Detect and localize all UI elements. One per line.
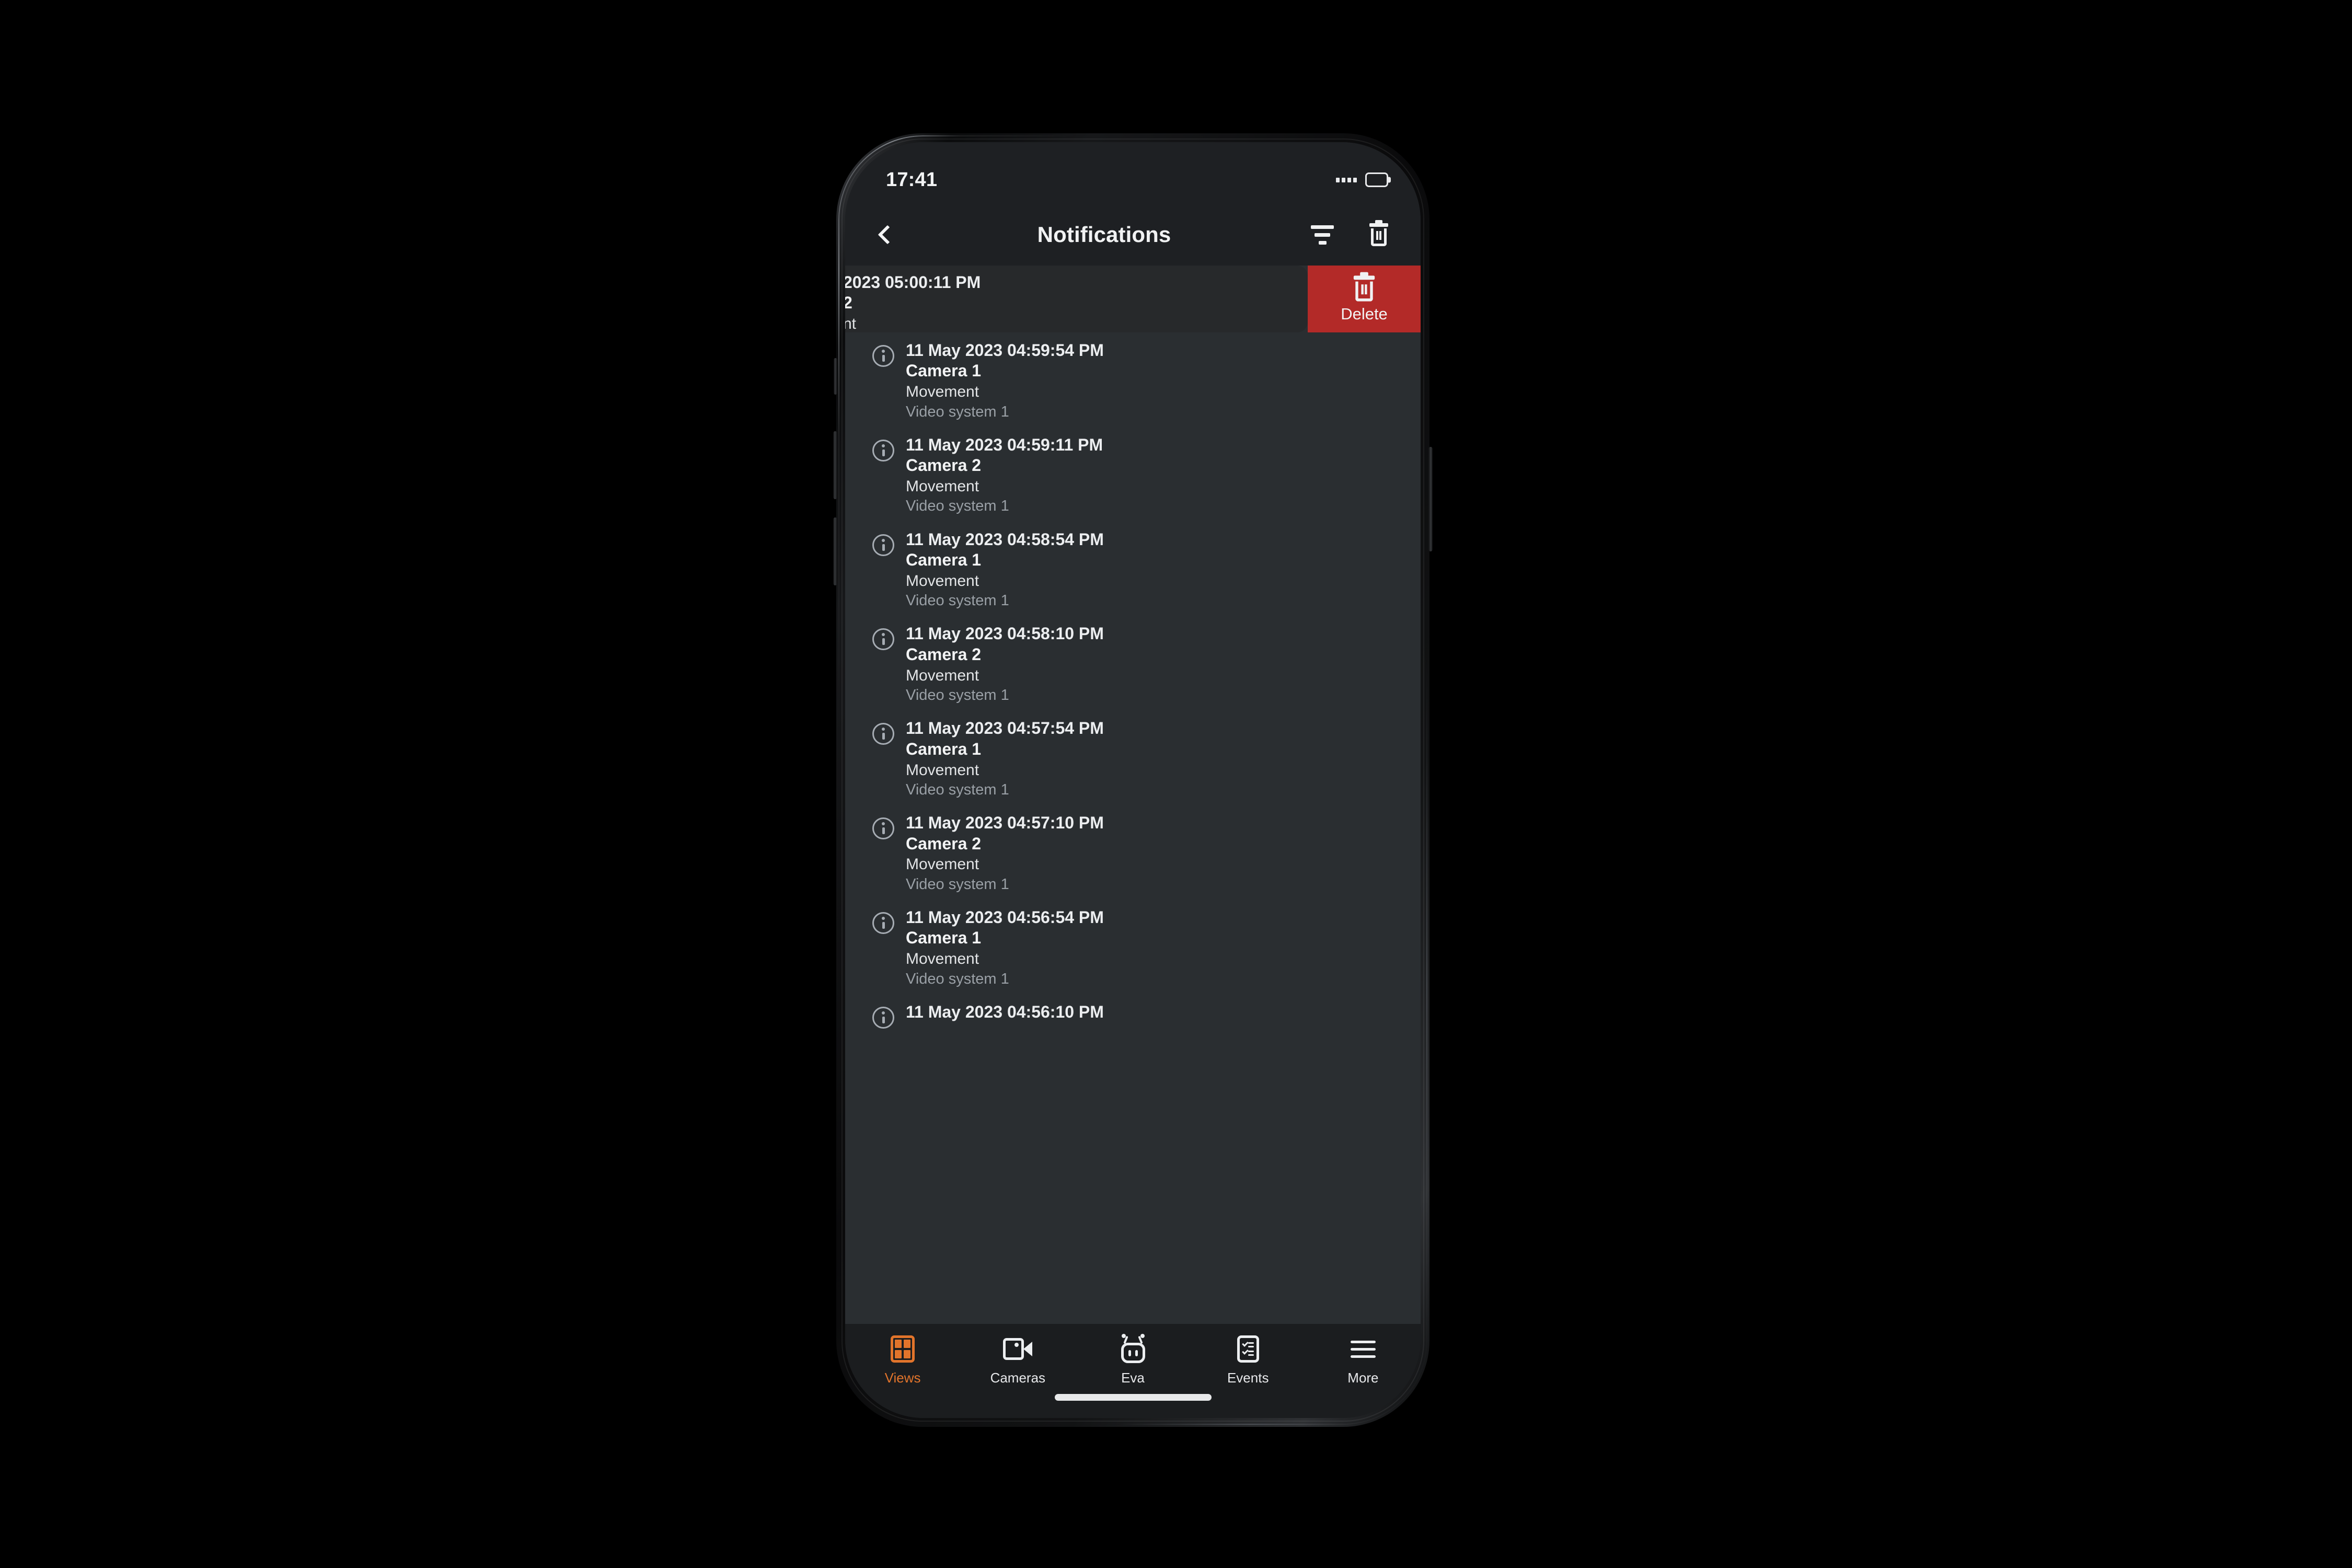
list-item[interactable]: 11 May 2023 04:57:10 PM Camera 2 Movemen… xyxy=(845,805,1421,900)
notification-camera: Camera 1 xyxy=(906,928,982,948)
status-bar-indicators xyxy=(1336,172,1388,187)
notification-camera: Camera 1 xyxy=(906,361,982,381)
notification-time: 11 May 2023 04:56:10 PM xyxy=(906,1002,1104,1021)
power-button[interactable] xyxy=(1428,447,1433,551)
list-item[interactable]: 11 May 2023 04:58:54 PM Camera 1 Movemen… xyxy=(845,522,1421,616)
tab-label-views: Views xyxy=(884,1370,921,1386)
tab-label-events: Events xyxy=(1227,1370,1269,1386)
notification-event: Movement xyxy=(906,383,979,401)
notification-source: Video system 1 xyxy=(906,970,1009,987)
volume-down-button[interactable] xyxy=(833,517,837,585)
filter-icon xyxy=(1311,225,1334,245)
list-item[interactable]: 11 May 2023 04:59:54 PM Camera 1 Movemen… xyxy=(845,332,1421,427)
robot-icon xyxy=(1119,1334,1147,1363)
list-item[interactable]: 11 May 2023 04:58:10 PM Camera 2 Movemen… xyxy=(845,616,1421,710)
swiped-row-card[interactable]: 2023 05:00:11 PM 2 nt stem 1 xyxy=(845,266,1308,332)
info-icon[interactable] xyxy=(872,1006,894,1029)
info-icon[interactable] xyxy=(872,723,894,745)
mute-switch[interactable] xyxy=(834,358,837,395)
list-item-swiped[interactable]: Delete 2023 05:00:11 PM 2 nt stem 1 xyxy=(845,266,1421,332)
swipe-delete-label: Delete xyxy=(1341,304,1388,323)
info-icon[interactable] xyxy=(872,439,894,462)
notification-camera: 2 xyxy=(845,293,852,313)
tab-more[interactable]: More xyxy=(1306,1335,1421,1386)
tab-label-eva: Eva xyxy=(1121,1370,1145,1386)
bottom-tab-bar: Views Cameras Eva Events More xyxy=(845,1324,1421,1418)
notification-time: 11 May 2023 04:58:54 PM xyxy=(906,529,1104,549)
list-item[interactable]: 11 May 2023 04:56:54 PM Camera 1 Movemen… xyxy=(845,900,1421,994)
swipe-delete-button[interactable]: Delete xyxy=(1308,266,1421,332)
tab-events[interactable]: Events xyxy=(1191,1335,1306,1386)
checklist-icon xyxy=(1237,1335,1259,1363)
info-icon[interactable] xyxy=(872,628,894,651)
signal-dots-icon xyxy=(1336,177,1357,182)
volume-up-button[interactable] xyxy=(833,431,837,499)
notification-time: 11 May 2023 04:59:54 PM xyxy=(906,341,1104,360)
chevron-left-icon xyxy=(878,225,897,245)
notification-event: Movement xyxy=(906,761,979,779)
info-icon[interactable] xyxy=(872,534,894,556)
list-item[interactable]: 11 May 2023 04:59:11 PM Camera 2 Movemen… xyxy=(845,427,1421,522)
notification-source: Video system 1 xyxy=(906,687,1009,704)
phone-screen: 17:41 Notifications Delete 2023 05:00:11… xyxy=(845,142,1421,1418)
notification-time: 11 May 2023 04:57:10 PM xyxy=(906,813,1104,833)
trash-icon xyxy=(1353,272,1375,302)
list-item[interactable]: 11 May 2023 04:57:54 PM Camera 1 Movemen… xyxy=(845,710,1421,805)
notification-event: nt xyxy=(845,315,857,332)
tab-label-more: More xyxy=(1347,1370,1379,1386)
tab-label-cameras: Cameras xyxy=(990,1370,1046,1386)
home-indicator[interactable] xyxy=(1054,1394,1212,1401)
notification-camera: Camera 1 xyxy=(906,739,982,758)
notification-event: Movement xyxy=(906,856,979,873)
app-header: Notifications xyxy=(845,204,1421,266)
notification-time: 11 May 2023 04:57:54 PM xyxy=(906,719,1104,738)
notifications-list-container[interactable]: Delete 2023 05:00:11 PM 2 nt stem 1 xyxy=(845,266,1421,1324)
phone-device-frame: 17:41 Notifications Delete 2023 05:00:11… xyxy=(833,133,1433,1427)
back-button[interactable] xyxy=(868,214,907,256)
notifications-list: Delete 2023 05:00:11 PM 2 nt stem 1 xyxy=(845,266,1421,1324)
grid-icon xyxy=(891,1335,915,1363)
info-icon[interactable] xyxy=(872,817,894,840)
notification-event: Movement xyxy=(906,666,979,684)
notification-source: Video system 1 xyxy=(906,875,1009,893)
page-title: Notifications xyxy=(1037,222,1171,247)
notification-camera: Camera 2 xyxy=(906,644,982,664)
tab-eva[interactable]: Eva xyxy=(1075,1334,1190,1386)
video-camera-icon xyxy=(1003,1335,1033,1363)
info-icon[interactable] xyxy=(872,912,894,934)
notification-event: Movement xyxy=(906,572,979,590)
notification-time: 11 May 2023 04:56:54 PM xyxy=(906,907,1104,927)
notification-event: Movement xyxy=(906,950,979,968)
battery-icon xyxy=(1365,172,1388,187)
status-bar-clock: 17:41 xyxy=(886,168,938,191)
notification-source: Video system 1 xyxy=(906,403,1009,420)
notification-source: Video system 1 xyxy=(906,592,1009,609)
tab-views[interactable]: Views xyxy=(845,1335,960,1386)
notification-time: 11 May 2023 04:58:10 PM xyxy=(906,624,1104,643)
notification-source: Video system 1 xyxy=(906,498,1009,515)
notification-time: 2023 05:00:11 PM xyxy=(845,273,981,292)
hamburger-menu-icon xyxy=(1350,1335,1376,1363)
notification-time: 11 May 2023 04:59:11 PM xyxy=(906,435,1103,454)
status-bar: 17:41 xyxy=(845,142,1421,204)
tab-cameras[interactable]: Cameras xyxy=(960,1335,1075,1386)
notification-event: Movement xyxy=(906,478,979,495)
screenshot-scene: 17:41 Notifications Delete 2023 05:00:11… xyxy=(0,0,2352,1568)
delete-all-button[interactable] xyxy=(1361,215,1397,254)
info-icon[interactable] xyxy=(872,345,894,367)
list-item-partial[interactable]: 11 May 2023 04:56:10 PM xyxy=(845,994,1421,1035)
notification-camera: Camera 1 xyxy=(906,550,982,570)
notification-source: Video system 1 xyxy=(906,781,1009,798)
app-header-actions xyxy=(1305,215,1400,254)
filter-button[interactable] xyxy=(1305,215,1340,254)
trash-icon xyxy=(1369,220,1388,246)
notification-camera: Camera 2 xyxy=(906,834,982,853)
notification-camera: Camera 2 xyxy=(906,456,982,475)
